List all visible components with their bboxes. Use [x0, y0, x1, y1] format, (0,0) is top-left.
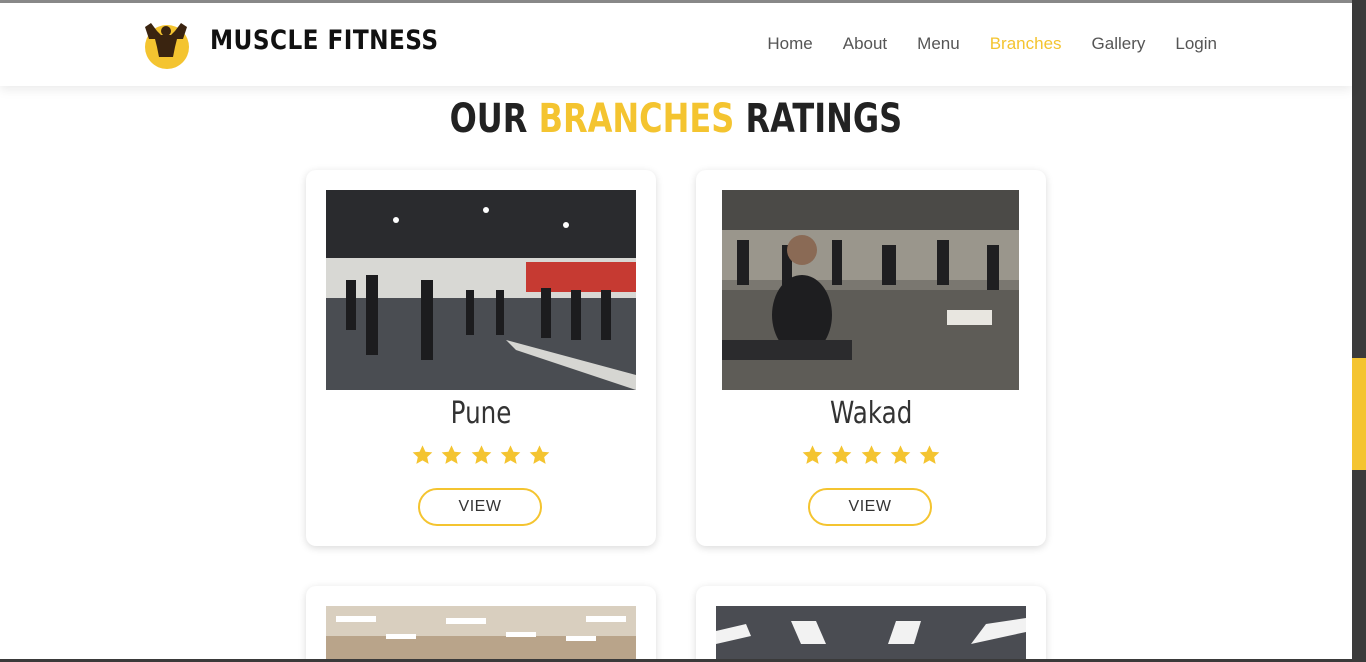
nav-gallery[interactable]: Gallery: [1092, 34, 1146, 54]
site-header: MUSCLE FITNESS Home About Menu Branches …: [0, 3, 1352, 86]
main-nav: Home About Menu Branches Gallery Login: [767, 34, 1217, 54]
star-icon: [890, 445, 911, 464]
star-icon: [471, 445, 491, 464]
view-button[interactable]: VIEW: [808, 488, 932, 526]
nav-login[interactable]: Login: [1175, 34, 1217, 54]
star-icon: [530, 445, 550, 464]
title-part2: RATINGS: [745, 96, 903, 142]
branch-name: Pune: [450, 396, 512, 431]
branch-photo-4: [716, 606, 1026, 662]
page-title: OUR BRANCHES RATINGS: [0, 96, 1352, 142]
branch-photo-3: [326, 606, 636, 662]
star-icon: [441, 445, 462, 464]
title-accent: BRANCHES: [538, 96, 735, 142]
scrollbar-thumb[interactable]: [1352, 358, 1366, 470]
branch-card-4: [696, 586, 1046, 662]
star-icon: [500, 445, 521, 464]
title-part1: OUR: [449, 96, 528, 142]
nav-about[interactable]: About: [843, 34, 887, 54]
branch-card-pune: Pune VIEW: [306, 170, 656, 546]
nav-home[interactable]: Home: [767, 34, 812, 54]
star-icon: [831, 445, 852, 464]
nav-menu[interactable]: Menu: [917, 34, 960, 54]
star-icon: [861, 445, 881, 464]
branch-card-wakad: Wakad VIEW: [696, 170, 1046, 546]
view-button[interactable]: VIEW: [418, 488, 542, 526]
branch-card-3: [306, 586, 656, 662]
nav-branches[interactable]: Branches: [990, 34, 1062, 54]
branch-rating: [696, 444, 1046, 471]
brand-name[interactable]: MUSCLE FITNESS: [210, 25, 439, 56]
page-scrollbar[interactable]: [1352, 0, 1366, 662]
branch-photo-pune: [326, 190, 636, 390]
bodybuilder-logo[interactable]: [139, 17, 191, 69]
star-icon: [802, 445, 822, 464]
branch-photo-wakad: [722, 190, 1019, 390]
branch-rating: [306, 444, 656, 471]
star-icon: [412, 445, 432, 464]
star-icon: [920, 445, 940, 464]
branch-name: Wakad: [829, 396, 913, 431]
